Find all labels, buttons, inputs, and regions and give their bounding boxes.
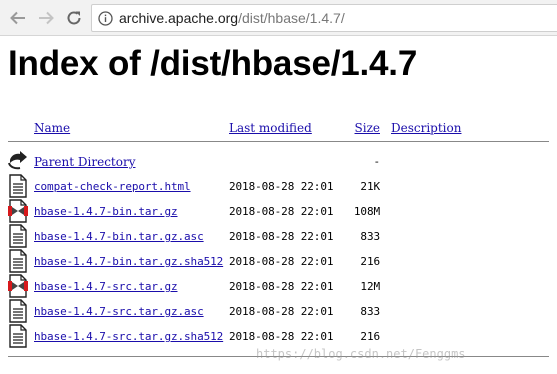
modified-date: 2018-08-28 22:01 bbox=[229, 230, 334, 243]
text-file-icon bbox=[7, 324, 29, 348]
table-row: hbase-1.4.7-src.tar.gz.asc 2018-08-28 22… bbox=[0, 299, 557, 324]
text-file-icon bbox=[7, 174, 29, 198]
file-link[interactable]: compat-check-report.html bbox=[34, 180, 191, 193]
forward-arrow-icon[interactable] bbox=[35, 7, 57, 29]
url-text: archive.apache.org/dist/hbase/1.4.7/ bbox=[119, 10, 345, 26]
modified-date: 2018-08-28 22:01 bbox=[229, 280, 334, 293]
file-size: - bbox=[373, 155, 380, 168]
binary-file-icon bbox=[7, 199, 29, 223]
url-host: archive.apache.org bbox=[119, 10, 239, 26]
table-row: hbase-1.4.7-src.tar.gz 2018-08-28 22:01 … bbox=[0, 274, 557, 299]
text-file-icon bbox=[7, 249, 29, 273]
file-link[interactable]: hbase-1.4.7-bin.tar.gz.asc bbox=[34, 230, 204, 243]
sort-by-description-link[interactable]: Description bbox=[391, 121, 461, 135]
file-link[interactable]: hbase-1.4.7-src.tar.gz.asc bbox=[34, 305, 204, 318]
reload-icon[interactable] bbox=[63, 7, 85, 29]
table-row: Parent Directory - bbox=[0, 149, 557, 174]
file-size: 833 bbox=[360, 305, 380, 318]
table-row: hbase-1.4.7-bin.tar.gz.sha512 2018-08-28… bbox=[0, 249, 557, 274]
watermark: https://blog.csdn.net/Fenggms bbox=[256, 347, 466, 361]
header-divider bbox=[8, 141, 549, 142]
back-arrow-icon[interactable] bbox=[7, 7, 29, 29]
modified-date: 2018-08-28 22:01 bbox=[229, 180, 334, 193]
table-row: hbase-1.4.7-src.tar.gz.sha512 2018-08-28… bbox=[0, 324, 557, 349]
file-size: 21K bbox=[360, 180, 380, 193]
binary-file-icon bbox=[7, 274, 29, 298]
file-link[interactable]: hbase-1.4.7-src.tar.gz bbox=[34, 280, 178, 293]
table-row: compat-check-report.html 2018-08-28 22:0… bbox=[0, 174, 557, 199]
file-size: 12M bbox=[360, 280, 380, 293]
file-link[interactable]: hbase-1.4.7-bin.tar.gz bbox=[34, 205, 178, 218]
table-row: hbase-1.4.7-bin.tar.gz 2018-08-28 22:01 … bbox=[0, 199, 557, 224]
file-size: 216 bbox=[360, 255, 380, 268]
sort-by-modified-link[interactable]: Last modified bbox=[229, 121, 312, 135]
browser-toolbar: archive.apache.org/dist/hbase/1.4.7/ bbox=[0, 0, 557, 36]
modified-date: 2018-08-28 22:01 bbox=[229, 255, 334, 268]
text-file-icon bbox=[7, 299, 29, 323]
modified-date: 2018-08-28 22:01 bbox=[229, 305, 334, 318]
modified-date: 2018-08-28 22:01 bbox=[229, 205, 334, 218]
page-title: Index of /dist/hbase/1.4.7 bbox=[8, 44, 418, 83]
table-row: hbase-1.4.7-bin.tar.gz.asc 2018-08-28 22… bbox=[0, 224, 557, 249]
file-link[interactable]: hbase-1.4.7-bin.tar.gz.sha512 bbox=[34, 255, 223, 268]
sort-by-name-link[interactable]: Name bbox=[34, 121, 70, 135]
file-size: 108M bbox=[353, 205, 380, 218]
sort-by-size-link[interactable]: Size bbox=[338, 121, 380, 135]
info-icon[interactable] bbox=[98, 11, 113, 26]
modified-date: 2018-08-28 22:01 bbox=[229, 330, 334, 343]
file-size: 833 bbox=[360, 230, 380, 243]
address-bar[interactable]: archive.apache.org/dist/hbase/1.4.7/ bbox=[91, 4, 557, 32]
file-size: 216 bbox=[360, 330, 380, 343]
text-file-icon bbox=[7, 224, 29, 248]
back-icon bbox=[7, 149, 29, 173]
url-path: /dist/hbase/1.4.7/ bbox=[238, 10, 345, 26]
table-header: Name Last modified Size Description bbox=[0, 116, 557, 141]
parent-directory-link[interactable]: Parent Directory bbox=[34, 155, 135, 169]
file-link[interactable]: hbase-1.4.7-src.tar.gz.sha512 bbox=[34, 330, 223, 343]
